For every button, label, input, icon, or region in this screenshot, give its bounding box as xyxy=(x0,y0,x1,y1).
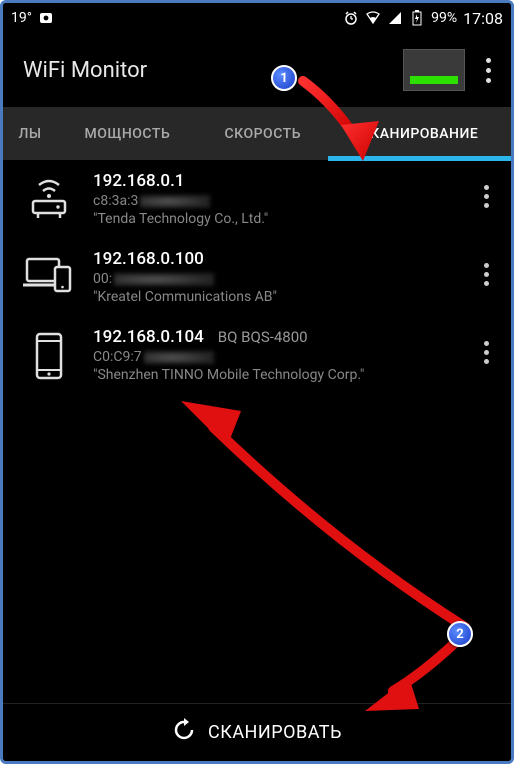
blurred-text xyxy=(114,273,214,286)
tab-label: МОЩНОСТЬ xyxy=(84,126,170,142)
device-mac: c8:3a:3 xyxy=(93,193,138,209)
annotation-arrow xyxy=(173,393,483,653)
annotation-arrow xyxy=(293,63,403,173)
device-row[interactable]: 192.168.0.1 c8:3a:3 "Tenda Technology Co… xyxy=(3,161,511,239)
device-list: 192.168.0.1 c8:3a:3 "Tenda Technology Co… xyxy=(3,161,511,395)
device-name: BQ BQS-4800 xyxy=(218,328,308,346)
alarm-icon xyxy=(343,10,359,26)
clock: 17:08 xyxy=(463,9,503,28)
app-header: WiFi Monitor xyxy=(3,33,511,107)
status-bar: 19° 99% 17:08 xyxy=(3,3,511,33)
wifi-icon xyxy=(365,10,381,26)
cell-signal-icon xyxy=(387,10,403,26)
router-icon xyxy=(17,171,81,221)
laptop-phone-icon xyxy=(17,249,81,295)
temperature: 19° xyxy=(11,10,32,26)
battery-charging-icon xyxy=(409,10,425,26)
battery-percent: 99% xyxy=(431,10,457,26)
annotation-badge-2: 2 xyxy=(447,621,473,647)
tab-label: ЛЫ xyxy=(18,126,41,142)
device-vendor: "Tenda Technology Co., Ltd." xyxy=(93,211,471,227)
scan-button-label: СКАНИРОВАТЬ xyxy=(208,722,342,743)
refresh-icon xyxy=(172,718,196,747)
tab-channels-partial[interactable]: ЛЫ xyxy=(3,107,57,160)
device-mac: 00: xyxy=(93,271,112,287)
tab-label: СКОРОСТЬ xyxy=(225,126,302,142)
notification-icon xyxy=(38,10,54,26)
device-mac: C0:C9:7 xyxy=(93,349,142,365)
row-menu-icon[interactable] xyxy=(471,249,501,286)
tab-bar: ЛЫ МОЩНОСТЬ СКОРОСТЬ СКАНИРОВАНИЕ xyxy=(3,107,511,161)
annotation-badge-1: 1 xyxy=(271,65,297,91)
device-vendor: "Shenzhen TINNO Mobile Technology Corp." xyxy=(93,367,471,383)
device-vendor: "Kreatel Communications AB" xyxy=(93,289,471,305)
overflow-menu-icon[interactable] xyxy=(475,50,501,90)
row-menu-icon[interactable] xyxy=(471,327,501,364)
device-ip: 192.168.0.1 xyxy=(93,171,184,191)
device-row[interactable]: 192.168.0.100 00: "Kreatel Communication… xyxy=(3,239,511,317)
phone-icon xyxy=(17,327,81,381)
tab-power[interactable]: МОЩНОСТЬ xyxy=(57,107,198,160)
device-ip: 192.168.0.100 xyxy=(93,249,204,269)
blurred-text xyxy=(140,195,210,208)
device-ip: 192.168.0.104 xyxy=(93,327,204,347)
device-row[interactable]: 192.168.0.104 BQ BQS-4800 C0:C9:7 "Shenz… xyxy=(3,317,511,395)
signal-meter[interactable] xyxy=(403,49,465,91)
row-menu-icon[interactable] xyxy=(471,171,501,208)
blurred-text xyxy=(144,351,214,364)
app-title: WiFi Monitor xyxy=(23,58,147,83)
